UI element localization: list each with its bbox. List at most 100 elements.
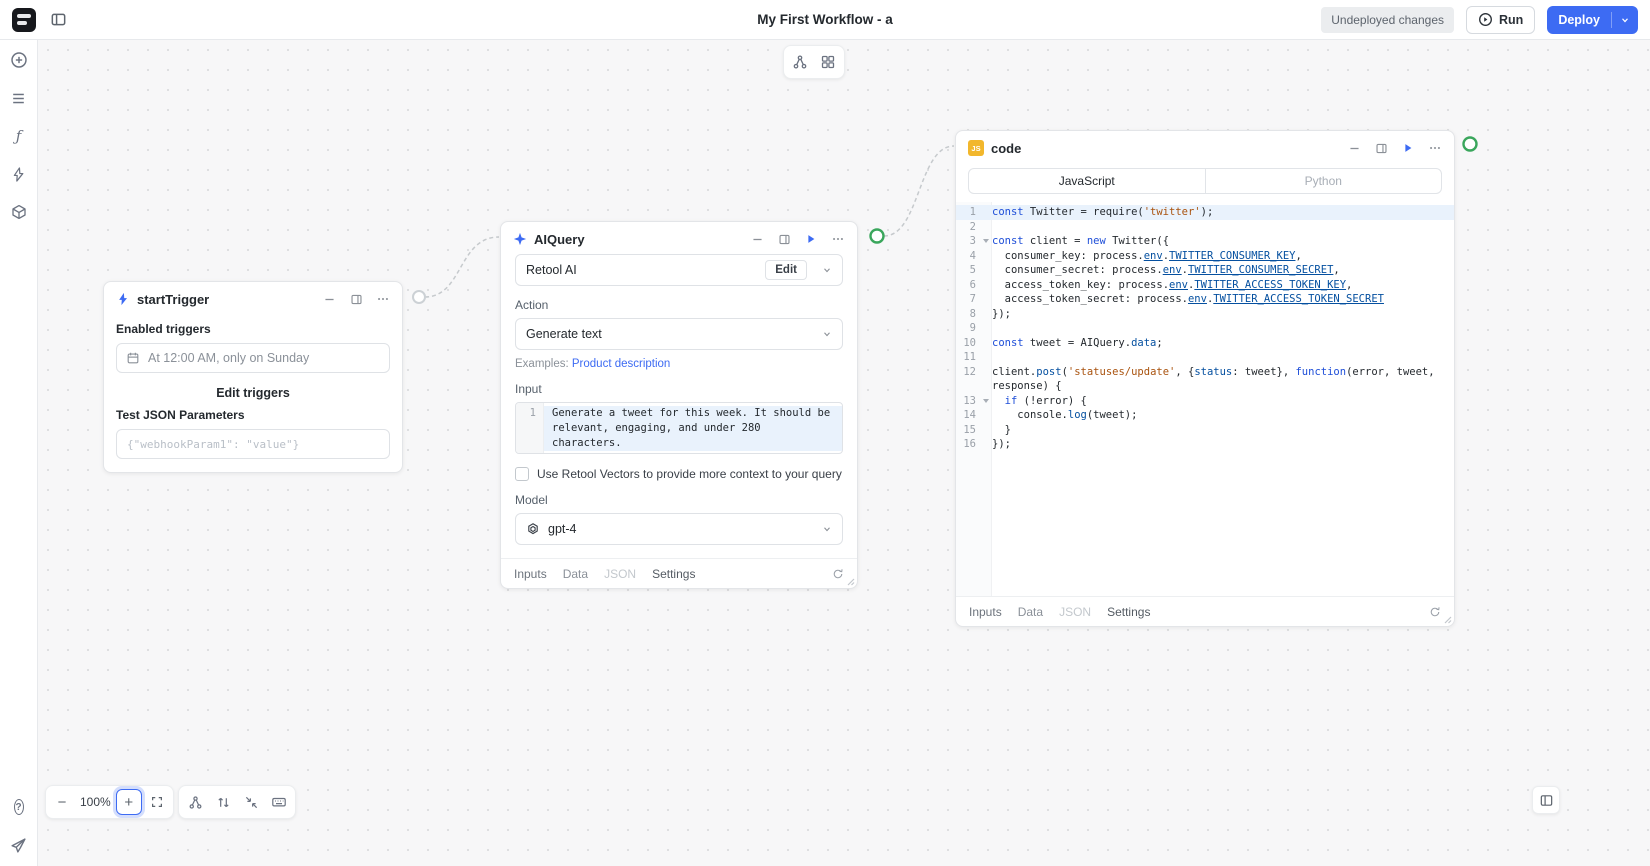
code-line[interactable]: 10const tweet = AIQuery.data; xyxy=(956,336,1454,351)
code-line[interactable]: 8}); xyxy=(956,307,1454,322)
minimize-icon[interactable] xyxy=(748,230,766,248)
ai-sparkle-icon xyxy=(513,232,527,246)
code-line[interactable]: 3const client = new Twitter({ xyxy=(956,234,1454,249)
fold-arrow-icon[interactable] xyxy=(980,234,992,249)
vectors-checkbox[interactable] xyxy=(515,467,529,481)
sidebar-item-triggers[interactable] xyxy=(8,163,30,185)
action-select[interactable]: Generate text xyxy=(515,318,843,350)
run-block-icon[interactable] xyxy=(1399,139,1417,157)
code-line[interactable]: 14 console.log(tweet); xyxy=(956,408,1454,423)
code-line[interactable]: 16}); xyxy=(956,437,1454,452)
fold-gutter xyxy=(980,307,992,322)
footer-tab-json[interactable]: JSON xyxy=(1059,605,1091,619)
line-number: 1 xyxy=(956,205,980,220)
open-panel-icon[interactable] xyxy=(347,290,365,308)
code-lines: 1 const Twitter = require('twitter'); 23co… xyxy=(956,202,1454,452)
code-text: const tweet = AIQuery.data; xyxy=(992,336,1454,351)
chevron-down-icon[interactable] xyxy=(822,265,832,275)
port-starttrigger[interactable] xyxy=(413,291,425,303)
graph-overview-button[interactable] xyxy=(182,789,208,815)
minimize-icon[interactable] xyxy=(1345,139,1363,157)
run-button[interactable]: Run xyxy=(1466,6,1535,34)
refresh-icon[interactable] xyxy=(832,568,844,580)
refresh-icon[interactable] xyxy=(1429,606,1441,618)
blocks-grid-button[interactable] xyxy=(815,49,841,75)
releases-button[interactable] xyxy=(8,834,30,856)
footer-tab-json[interactable]: JSON xyxy=(604,567,636,581)
schedule-field[interactable]: At 12:00 AM, only on Sunday xyxy=(116,343,390,373)
sidebar-item-resources[interactable] xyxy=(8,201,30,223)
node-code[interactable]: JS code JavaScript xyxy=(955,130,1455,627)
node-title: code xyxy=(991,141,1021,156)
run-block-icon[interactable] xyxy=(802,230,820,248)
footer-tab-data[interactable]: Data xyxy=(1018,605,1043,619)
code-line[interactable]: 7 access_token_secret: process.env.TWITT… xyxy=(956,292,1454,307)
sidebar-item-blocks[interactable] xyxy=(8,87,30,109)
line-number: 14 xyxy=(956,408,980,423)
vertical-layout-button[interactable] xyxy=(210,789,236,815)
collapse-blocks-button[interactable] xyxy=(238,789,264,815)
deploy-button[interactable]: Deploy xyxy=(1547,6,1638,34)
zoom-out-button[interactable]: − xyxy=(49,789,75,815)
line-number: 2 xyxy=(956,220,980,235)
edge-aiquery-to-code xyxy=(884,146,954,236)
fullscreen-button[interactable] xyxy=(144,789,170,815)
code-text: }); xyxy=(992,307,1454,322)
footer-tab-inputs[interactable]: Inputs xyxy=(514,567,547,581)
minimize-icon[interactable] xyxy=(320,290,338,308)
footer-tab-settings[interactable]: Settings xyxy=(652,567,695,581)
fold-gutter xyxy=(980,336,992,351)
sidebar-item-functions[interactable]: ƒ xyxy=(8,125,30,147)
footer-tab-inputs[interactable]: Inputs xyxy=(969,605,1002,619)
deploy-chevron-icon[interactable] xyxy=(1612,15,1638,25)
prompt-text[interactable]: Generate a tweet for this week. It shoul… xyxy=(544,406,842,451)
code-text: const Twitter = require('twitter'); xyxy=(992,205,1454,220)
node-starttrigger[interactable]: startTrigger Enabled triggers xyxy=(103,281,403,473)
open-panel-icon[interactable] xyxy=(775,230,793,248)
code-line[interactable]: 6 access_token_key: process.env.TWITTER_… xyxy=(956,278,1454,293)
help-button[interactable]: ? xyxy=(8,796,30,818)
auto-arrange-button[interactable] xyxy=(787,49,813,75)
code-line[interactable]: 11 xyxy=(956,350,1454,365)
footer-tab-settings[interactable]: Settings xyxy=(1107,605,1150,619)
code-line[interactable]: 15 } xyxy=(956,423,1454,438)
examples-label: Examples: xyxy=(515,358,569,370)
code-line[interactable]: 13 if (!error) { xyxy=(956,394,1454,409)
edit-resource-button[interactable]: Edit xyxy=(765,260,807,280)
fold-gutter xyxy=(980,423,992,438)
prompt-editor[interactable]: 1 Generate a tweet for this week. It sho… xyxy=(515,402,843,454)
port-code-success[interactable] xyxy=(1464,138,1477,151)
code-line[interactable]: 1 const Twitter = require('twitter'); xyxy=(956,205,1454,220)
webhook-params-input[interactable] xyxy=(116,429,390,459)
fold-arrow-icon[interactable] xyxy=(980,394,992,409)
resize-grip[interactable] xyxy=(846,577,855,586)
code-line[interactable]: 5 consumer_secret: process.env.TWITTER_C… xyxy=(956,263,1454,278)
workflow-canvas[interactable]: startTrigger Enabled triggers xyxy=(38,40,1650,866)
toggle-right-panel-button[interactable] xyxy=(1532,786,1560,814)
arrows-up-down-icon xyxy=(216,795,231,810)
keyboard-shortcuts-button[interactable] xyxy=(266,789,292,815)
code-editor[interactable]: 1 const Twitter = require('twitter'); 23co… xyxy=(956,202,1454,596)
tab-python[interactable]: Python xyxy=(1205,169,1442,193)
resource-select[interactable]: Retool AI Edit xyxy=(515,254,843,286)
code-line[interactable]: 9 xyxy=(956,321,1454,336)
node-aiquery[interactable]: AIQuery Retool AI xyxy=(500,221,858,589)
code-line[interactable]: 12client.post('statuses/update', {status… xyxy=(956,365,1454,394)
examples-link[interactable]: Product description xyxy=(572,358,670,370)
tab-javascript[interactable]: JavaScript xyxy=(969,169,1205,193)
more-menu-icon[interactable] xyxy=(829,230,847,248)
footer-tab-data[interactable]: Data xyxy=(563,567,588,581)
open-panel-icon[interactable] xyxy=(1372,139,1390,157)
edge-starttrigger-to-aiquery xyxy=(425,237,499,297)
zoom-in-button[interactable]: + xyxy=(116,789,142,815)
port-aiquery-success[interactable] xyxy=(871,230,884,243)
add-block-button[interactable] xyxy=(8,49,30,71)
resize-grip[interactable] xyxy=(1443,615,1452,624)
edit-triggers-button[interactable]: Edit triggers xyxy=(116,386,390,400)
more-menu-icon[interactable] xyxy=(374,290,392,308)
code-line[interactable]: 2 xyxy=(956,220,1454,235)
sidebar-toggle-icon[interactable] xyxy=(50,11,67,28)
code-line[interactable]: 4 consumer_key: process.env.TWITTER_CONS… xyxy=(956,249,1454,264)
more-menu-icon[interactable] xyxy=(1426,139,1444,157)
model-select[interactable]: gpt-4 xyxy=(515,513,843,545)
